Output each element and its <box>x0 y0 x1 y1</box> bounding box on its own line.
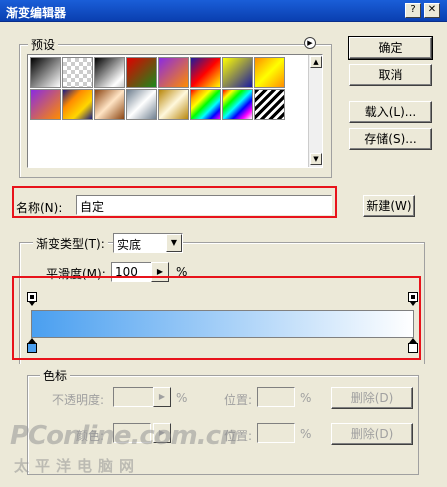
gradient-type-value: 实底 <box>117 238 142 252</box>
gradient-preview-bar[interactable] <box>31 310 414 338</box>
opacity-location-label: 位置: <box>224 393 253 407</box>
scroll-up-icon[interactable]: ▲ <box>310 56 322 68</box>
watermark-subtext: 太平洋电脑网 <box>14 457 141 475</box>
delete-opacity-stop-button[interactable]: 删除(D) <box>331 387 413 409</box>
opacity-arrow-icon[interactable]: ▶ <box>153 387 171 407</box>
color-stop-right[interactable] <box>407 338 419 354</box>
gradient-type-select[interactable]: 实底 ▼ <box>113 233 183 253</box>
gradient-type-label: 渐变类型(T): <box>33 235 108 252</box>
opacity-stop-left[interactable] <box>27 292 37 306</box>
preset-swatch[interactable] <box>190 89 221 120</box>
watermark-text: PConline.com.cn <box>10 421 239 451</box>
arrow-circle-icon[interactable]: ▶ <box>304 37 316 49</box>
cancel-button[interactable]: 取消 <box>349 64 432 86</box>
opacity-unit: % <box>176 391 188 405</box>
preset-swatch[interactable] <box>94 89 125 120</box>
preset-swatch[interactable] <box>126 89 157 120</box>
presets-label: 预设 <box>28 36 59 53</box>
preset-swatch[interactable] <box>30 89 61 120</box>
window-title: 渐变编辑器 <box>6 6 67 20</box>
preset-swatch[interactable] <box>222 89 253 120</box>
chevron-down-icon[interactable]: ▼ <box>166 234 182 252</box>
stops-label: 色标 <box>40 367 71 384</box>
opacity-input[interactable] <box>113 387 155 407</box>
preset-swatch[interactable] <box>62 89 93 120</box>
load-button[interactable]: 载入(L)... <box>349 101 432 123</box>
color-location-input[interactable] <box>257 423 295 443</box>
close-button[interactable]: ✕ <box>424 3 440 18</box>
presets-scrollbar[interactable]: ▲ ▼ <box>308 55 322 167</box>
name-input[interactable]: 自定 <box>76 195 332 215</box>
preset-swatch[interactable] <box>158 57 189 88</box>
title-bar: 渐变编辑器 ? ✕ <box>0 0 447 22</box>
save-button[interactable]: 存储(S)... <box>349 128 432 150</box>
preset-swatch[interactable] <box>126 57 157 88</box>
opacity-location-input[interactable] <box>257 387 295 407</box>
preset-swatch[interactable] <box>30 57 61 88</box>
preset-swatch[interactable] <box>62 57 93 88</box>
opacity-location-unit: % <box>300 391 312 405</box>
preset-swatch[interactable] <box>94 57 125 88</box>
preset-swatch[interactable] <box>254 57 285 88</box>
new-button[interactable]: 新建(W) <box>363 195 415 217</box>
ok-button[interactable]: 确定 <box>348 36 433 60</box>
opacity-stop-right[interactable] <box>408 292 418 306</box>
opacity-label: 不透明度: <box>52 393 105 407</box>
preset-swatch[interactable] <box>158 89 189 120</box>
color-stop-left[interactable] <box>26 338 38 354</box>
name-label: 名称(N): <box>16 201 63 215</box>
preset-swatch[interactable] <box>254 89 285 120</box>
help-button[interactable]: ? <box>405 3 421 18</box>
color-location-unit: % <box>300 427 312 441</box>
scroll-down-icon[interactable]: ▼ <box>310 153 322 165</box>
delete-color-stop-button[interactable]: 删除(D) <box>331 423 413 445</box>
preset-swatch-grid: ▲ ▼ <box>27 54 323 168</box>
preset-swatch[interactable] <box>222 57 253 88</box>
preset-swatch[interactable] <box>190 57 221 88</box>
